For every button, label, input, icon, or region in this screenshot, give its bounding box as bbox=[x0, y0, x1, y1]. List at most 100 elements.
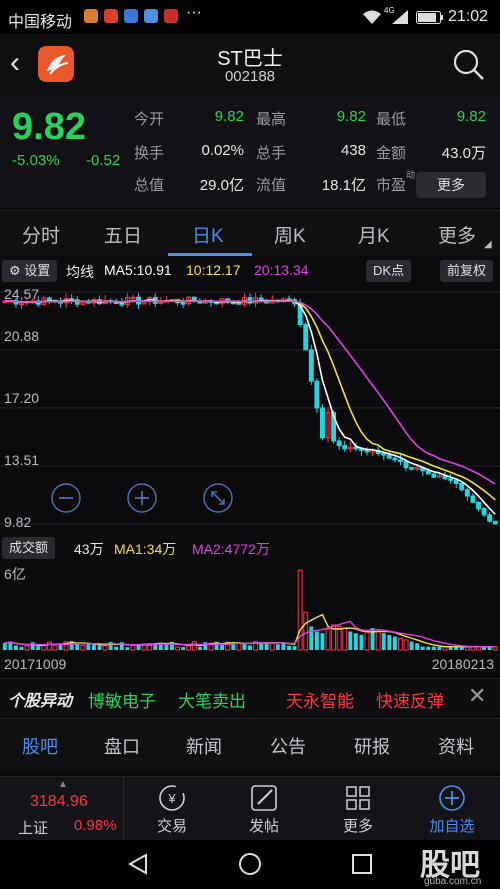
search-icon[interactable] bbox=[452, 48, 486, 82]
volume-bar bbox=[375, 629, 381, 651]
volume-bar bbox=[19, 646, 24, 650]
volume-indicator-button[interactable]: 成交额 bbox=[2, 537, 56, 559]
tab-intraday[interactable]: 分时 bbox=[22, 221, 60, 248]
status-bar: 中国移动 ··· 4G 21:02 bbox=[0, 0, 500, 34]
volume-bar bbox=[431, 646, 436, 650]
volume-value: 43万 bbox=[74, 541, 104, 557]
notification-app-icon bbox=[164, 9, 178, 23]
ma5-value: MA5:10.91 bbox=[104, 262, 172, 278]
volume-bar bbox=[24, 645, 30, 651]
tab-five-day[interactable]: 五日 bbox=[104, 221, 142, 248]
volume-ma1: MA1:34万 bbox=[114, 541, 177, 557]
candlestick-chart[interactable]: 24.57 20.88 17.20 13.51 9.82 bbox=[0, 284, 500, 534]
more-nav-button[interactable]: 更多 bbox=[318, 783, 398, 836]
tab-guba[interactable]: 股吧 bbox=[22, 733, 58, 759]
volume-bar bbox=[292, 646, 297, 650]
chart-period-tabs: 分时 五日 日K 周K 月K 更多 ◢ bbox=[0, 210, 500, 256]
ticker-item[interactable]: 大笔卖出 bbox=[178, 687, 246, 712]
home-circle-icon[interactable] bbox=[238, 852, 262, 876]
volume-bar bbox=[342, 627, 348, 651]
signal-icon bbox=[392, 10, 408, 24]
add-watchlist-label: 加自选 bbox=[429, 818, 475, 835]
recents-square-icon[interactable] bbox=[350, 852, 374, 876]
ticker-brand: 个股异动 bbox=[8, 693, 73, 710]
volume-y-label: 6亿 bbox=[4, 566, 26, 582]
trade-button[interactable]: ¥ 交易 bbox=[132, 783, 212, 836]
tab-order-book[interactable]: 盘口 bbox=[104, 733, 140, 759]
candle-body bbox=[409, 467, 415, 470]
candle-body bbox=[431, 473, 437, 478]
tab-announcements[interactable]: 公告 bbox=[270, 733, 306, 759]
tab-daily-k[interactable]: 日K bbox=[192, 221, 224, 248]
bottom-nav: ▲ 3184.96 上证 0.98% ¥ 交易 发帖 更多 加自选 bbox=[0, 776, 500, 841]
candle-body bbox=[180, 302, 186, 305]
tab-more[interactable]: 更多 bbox=[438, 221, 476, 248]
notification-app-icon bbox=[104, 9, 118, 23]
quote-field-label: 最高 bbox=[256, 111, 287, 128]
candle-body bbox=[425, 470, 431, 475]
candle-body bbox=[303, 324, 309, 351]
tab-monthly-k[interactable]: 月K bbox=[358, 221, 390, 248]
chart-settings-button[interactable]: ⚙ 设置 bbox=[2, 260, 58, 282]
volume-bar bbox=[242, 642, 247, 650]
tab-profile[interactable]: 资料 bbox=[438, 733, 474, 759]
post-button[interactable]: 发帖 bbox=[224, 783, 304, 836]
volume-bar bbox=[114, 646, 119, 650]
more-notifications-icon: ··· bbox=[186, 4, 202, 21]
stock-name: ST巴士 bbox=[217, 48, 283, 70]
quote-field-value: 438 bbox=[340, 142, 366, 159]
add-watchlist-button[interactable]: 加自选 bbox=[412, 783, 492, 836]
volume-bar bbox=[236, 642, 242, 651]
candle-body bbox=[319, 407, 325, 439]
volume-bar bbox=[409, 641, 414, 650]
quote-field-label: 换手 bbox=[134, 145, 165, 162]
stock-code: 002188 bbox=[224, 68, 276, 85]
quote-more-button[interactable]: 更多 bbox=[416, 172, 486, 198]
volume-bar bbox=[437, 646, 442, 650]
dk-point-button[interactable]: DK点 bbox=[366, 260, 412, 282]
volume-bar bbox=[387, 634, 392, 650]
stock-alert-ticker[interactable]: 个股异动 博敏电子 大笔卖出 天永智能 快速反弹 ✕ bbox=[0, 678, 500, 716]
post-label: 发帖 bbox=[248, 818, 279, 835]
ticker-item[interactable]: 天永智能 bbox=[286, 687, 354, 712]
expand-up-icon: ▲ bbox=[58, 779, 68, 790]
volume-chart[interactable]: 6亿 bbox=[0, 562, 500, 654]
zoom-in-icon[interactable] bbox=[126, 482, 158, 514]
date-axis: 20171009 20180213 bbox=[0, 654, 500, 676]
candle-body bbox=[314, 380, 320, 409]
ticker-item[interactable]: 博敏电子 bbox=[88, 687, 156, 712]
candle-body bbox=[381, 453, 387, 456]
candle-body bbox=[386, 454, 392, 459]
volume-bar bbox=[314, 631, 319, 650]
candle-body bbox=[336, 440, 342, 447]
fullscreen-icon[interactable] bbox=[202, 482, 234, 514]
system-nav-bar: 股吧 guba.com.cn bbox=[0, 840, 500, 889]
tab-news[interactable]: 新闻 bbox=[186, 733, 222, 759]
candle-body bbox=[464, 489, 470, 497]
watermark-url: guba.com.cn bbox=[424, 876, 482, 887]
candle-body bbox=[342, 445, 348, 450]
quote-field-label: 金额 bbox=[376, 145, 407, 162]
volume-svg bbox=[2, 569, 498, 651]
tab-research[interactable]: 研报 bbox=[354, 733, 390, 759]
notification-app-icon bbox=[144, 9, 158, 23]
tab-weekly-k[interactable]: 周K bbox=[274, 221, 306, 248]
volume-bar bbox=[220, 644, 225, 650]
back-triangle-icon[interactable] bbox=[126, 852, 150, 876]
volume-bar bbox=[36, 646, 41, 650]
settings-label: 设置 bbox=[24, 263, 51, 278]
gear-icon: ⚙ bbox=[9, 263, 21, 278]
close-icon[interactable]: ✕ bbox=[468, 683, 486, 709]
price-adjust-button[interactable]: 前复权 bbox=[440, 260, 494, 282]
zoom-out-icon[interactable] bbox=[50, 482, 82, 514]
index-quote[interactable]: ▲ 3184.96 上证 0.98% bbox=[0, 777, 124, 841]
clock: 21:02 bbox=[447, 8, 488, 25]
volume-bar bbox=[287, 645, 291, 650]
notification-app-icon bbox=[124, 9, 138, 23]
volume-bar bbox=[80, 644, 86, 651]
volume-bar bbox=[2, 643, 7, 650]
stock-header: ‹ ST巴士 002188 bbox=[0, 34, 500, 98]
ticker-item[interactable]: 快速反弹 bbox=[376, 687, 444, 712]
volume-bar bbox=[392, 636, 397, 650]
candle-body bbox=[448, 478, 454, 481]
